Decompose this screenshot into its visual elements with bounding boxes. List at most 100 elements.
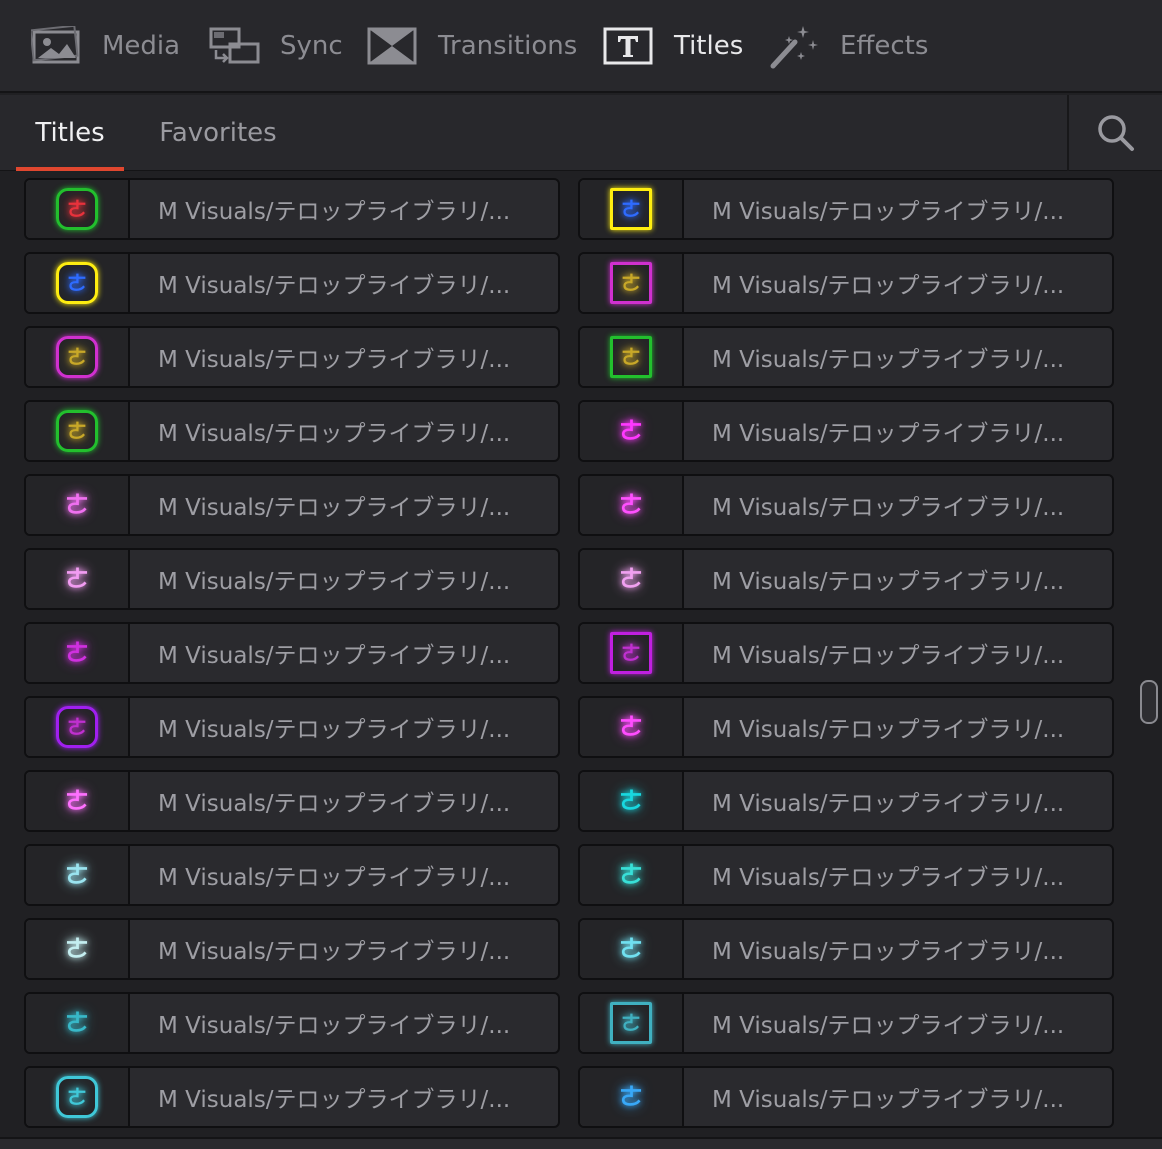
title-glyph-icon: ㄜ xyxy=(67,271,87,295)
title-item[interactable]: ㄜ M Visuals/テロップライブラリ/... xyxy=(578,178,1114,240)
title-thumbnail: ㄜ xyxy=(26,328,130,386)
title-glyph-icon: ㄜ xyxy=(621,641,641,665)
tool-titles[interactable]: Titles xyxy=(602,22,743,70)
title-item-label: M Visuals/テロップライブラリ/... xyxy=(712,717,1065,743)
title-thumbnail: ㄜ xyxy=(580,1068,684,1126)
title-item[interactable]: ㄜ M Visuals/テロップライブラリ/... xyxy=(24,1066,560,1128)
title-item[interactable]: ㄜ M Visuals/テロップライブラリ/... xyxy=(24,992,560,1054)
title-glyph-icon: ㄜ xyxy=(65,1008,89,1037)
title-frame-icon: ㄜ xyxy=(56,706,98,748)
title-item[interactable]: ㄜ M Visuals/テロップライブラリ/... xyxy=(578,1066,1114,1128)
title-item[interactable]: ㄜ M Visuals/テロップライブラリ/... xyxy=(578,474,1114,536)
title-thumbnail: ㄜ xyxy=(580,920,684,978)
title-item-label: M Visuals/テロップライブラリ/... xyxy=(712,643,1065,669)
title-item-label: M Visuals/テロップライブラリ/... xyxy=(158,791,511,817)
title-thumbnail: ㄜ xyxy=(580,698,684,756)
magic-wand-icon xyxy=(768,22,820,70)
title-item-label: M Visuals/テロップライブラリ/... xyxy=(158,421,511,447)
title-frame-icon: ㄜ xyxy=(56,336,98,378)
title-glyph-icon: ㄜ xyxy=(65,564,89,593)
title-item-label: M Visuals/テロップライブラリ/... xyxy=(158,1013,511,1039)
title-thumbnail: ㄜ xyxy=(580,624,684,682)
tool-effects[interactable]: Effects xyxy=(768,22,928,70)
tab-favorites[interactable]: Favorites xyxy=(152,95,284,171)
title-frame-icon: ㄜ xyxy=(610,336,652,378)
search-icon xyxy=(1097,115,1134,151)
transition-icon xyxy=(366,22,418,70)
title-item-label: M Visuals/テロップライブラリ/... xyxy=(712,865,1065,891)
title-glyph-icon: ㄜ xyxy=(65,638,89,667)
title-item-label: M Visuals/テロップライブラリ/... xyxy=(158,865,511,891)
title-glyph-icon: ㄜ xyxy=(67,345,87,369)
title-glyph-icon: ㄜ xyxy=(619,786,643,815)
title-item[interactable]: ㄜ M Visuals/テロップライブラリ/... xyxy=(24,474,560,536)
title-glyph-icon: ㄜ xyxy=(619,564,643,593)
title-glyph-icon: ㄜ xyxy=(619,1082,643,1111)
title-item-label: M Visuals/テロップライブラリ/... xyxy=(158,643,511,669)
tool-sync[interactable]: Sync xyxy=(208,22,343,70)
tab-titles[interactable]: Titles xyxy=(16,95,124,171)
title-item[interactable]: ㄜ M Visuals/テロップライブラリ/... xyxy=(578,770,1114,832)
tab-favorites-label: Favorites xyxy=(159,118,277,148)
title-thumbnail: ㄜ xyxy=(26,402,130,460)
title-item-label: M Visuals/テロップライブラリ/... xyxy=(712,569,1065,595)
title-item[interactable]: ㄜ M Visuals/テロップライブラリ/... xyxy=(24,844,560,906)
title-frame-icon: ㄜ xyxy=(56,188,98,230)
title-item-label: M Visuals/テロップライブラリ/... xyxy=(712,1087,1065,1113)
titles-grid: ㄜ M Visuals/テロップライブラリ/... ㄜ M Visuals/テロップラ… xyxy=(0,172,1162,1134)
title-item[interactable]: ㄜ M Visuals/テロップライブラリ/... xyxy=(578,992,1114,1054)
title-item[interactable]: ㄜ M Visuals/テロップライブラリ/... xyxy=(578,918,1114,980)
title-frame-icon: ㄜ xyxy=(610,262,652,304)
sync-icon xyxy=(208,22,260,70)
title-thumbnail: ㄜ xyxy=(580,328,684,386)
title-item[interactable]: ㄜ M Visuals/テロップライブラリ/... xyxy=(578,622,1114,684)
title-item[interactable]: ㄜ M Visuals/テロップライブラリ/... xyxy=(578,252,1114,314)
tool-titles-label: Titles xyxy=(674,31,744,61)
title-glyph-icon: ㄜ xyxy=(621,271,641,295)
title-item[interactable]: ㄜ M Visuals/テロップライブラリ/... xyxy=(24,918,560,980)
title-item-label: M Visuals/テロップライブラリ/... xyxy=(158,717,511,743)
title-glyph-icon: ㄜ xyxy=(65,934,89,963)
title-glyph-icon: ㄜ xyxy=(621,1011,641,1035)
title-item[interactable]: ㄜ M Visuals/テロップライブラリ/... xyxy=(578,548,1114,610)
title-thumbnail: ㄜ xyxy=(580,772,684,830)
title-item[interactable]: ㄜ M Visuals/テロップライブラリ/... xyxy=(578,326,1114,388)
title-item[interactable]: ㄜ M Visuals/テロップライブラリ/... xyxy=(578,696,1114,758)
title-item[interactable]: ㄜ M Visuals/テロップライブラリ/... xyxy=(24,400,560,462)
title-item[interactable]: ㄜ M Visuals/テロップライブラリ/... xyxy=(24,178,560,240)
title-thumbnail: ㄜ xyxy=(580,476,684,534)
tool-transitions-label: Transitions xyxy=(438,31,578,61)
title-item[interactable]: ㄜ M Visuals/テロップライブラリ/... xyxy=(24,696,560,758)
title-item[interactable]: ㄜ M Visuals/テロップライブラリ/... xyxy=(24,252,560,314)
title-item[interactable]: ㄜ M Visuals/テロップライブラリ/... xyxy=(24,326,560,388)
tool-media[interactable]: Media xyxy=(30,22,180,70)
title-thumbnail: ㄜ xyxy=(26,772,130,830)
title-thumbnail: ㄜ xyxy=(580,994,684,1052)
title-t-icon xyxy=(602,22,654,70)
title-thumbnail: ㄜ xyxy=(26,624,130,682)
tool-transitions[interactable]: Transitions xyxy=(366,22,577,70)
title-glyph-icon: ㄜ xyxy=(619,416,643,445)
title-frame-icon: ㄜ xyxy=(56,410,98,452)
title-item-label: M Visuals/テロップライブラリ/... xyxy=(712,273,1065,299)
title-thumbnail: ㄜ xyxy=(26,846,130,904)
tool-effects-label: Effects xyxy=(840,31,929,61)
vertical-scrollbar[interactable] xyxy=(1140,680,1158,724)
title-item[interactable]: ㄜ M Visuals/テロップライブラリ/... xyxy=(578,844,1114,906)
title-frame-icon: ㄜ xyxy=(56,262,98,304)
title-glyph-icon: ㄜ xyxy=(67,715,87,739)
search-button[interactable] xyxy=(1067,95,1162,171)
title-item-label: M Visuals/テロップライブラリ/... xyxy=(158,495,511,521)
title-thumbnail: ㄜ xyxy=(26,254,130,312)
title-item-label: M Visuals/テロップライブラリ/... xyxy=(712,939,1065,965)
title-item[interactable]: ㄜ M Visuals/テロップライブラリ/... xyxy=(24,548,560,610)
title-item-label: M Visuals/テロップライブラリ/... xyxy=(712,495,1065,521)
title-item[interactable]: ㄜ M Visuals/テロップライブラリ/... xyxy=(24,770,560,832)
title-item-label: M Visuals/テロップライブラリ/... xyxy=(712,199,1065,225)
title-item-label: M Visuals/テロップライブラリ/... xyxy=(158,569,511,595)
title-glyph-icon: ㄜ xyxy=(65,786,89,815)
title-glyph-icon: ㄜ xyxy=(65,860,89,889)
title-item[interactable]: ㄜ M Visuals/テロップライブラリ/... xyxy=(24,622,560,684)
title-item[interactable]: ㄜ M Visuals/テロップライブラリ/... xyxy=(578,400,1114,462)
title-thumbnail: ㄜ xyxy=(26,180,130,238)
